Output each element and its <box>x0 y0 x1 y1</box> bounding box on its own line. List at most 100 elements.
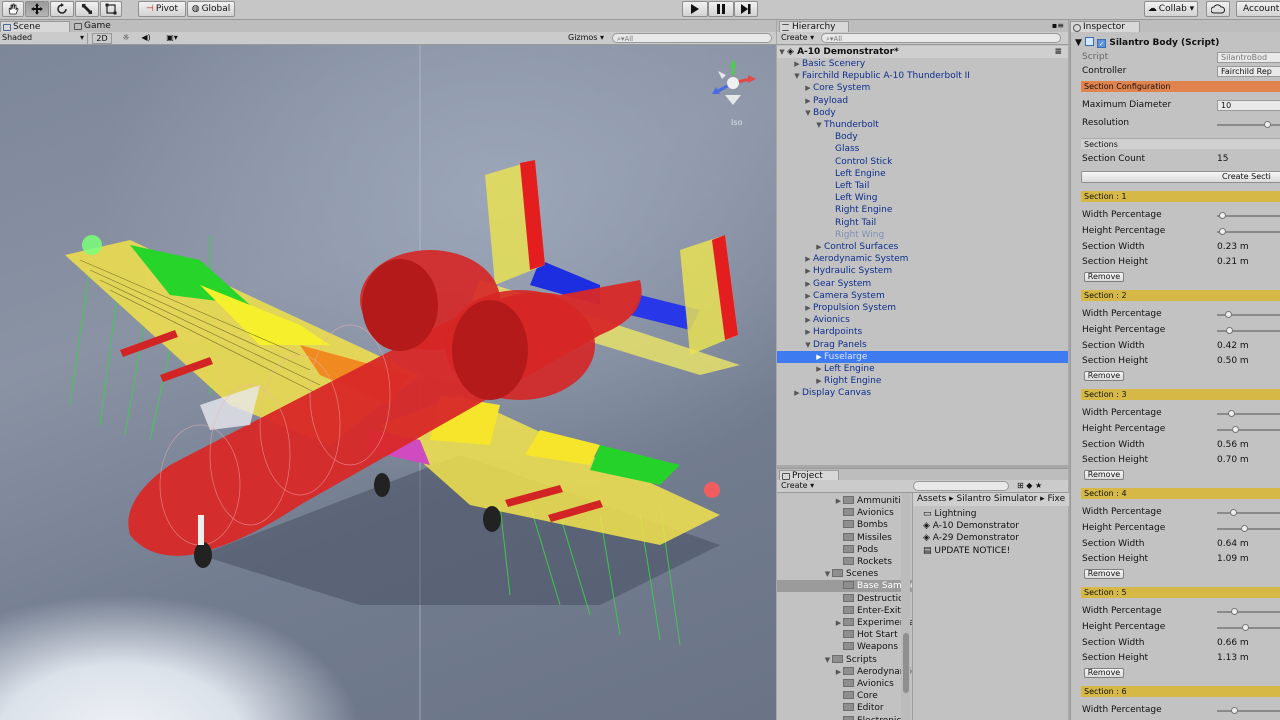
hierarchy-item[interactable]: ▶ Payload <box>777 95 1068 107</box>
expand-arrow-icon[interactable]: ▶ <box>814 375 824 387</box>
account-dropdown[interactable]: Account <box>1236 1 1280 17</box>
section-configuration-header[interactable]: Section Configuration <box>1081 81 1280 92</box>
hierarchy-item[interactable]: Left Wing <box>777 192 1068 204</box>
scene-viewport[interactable]: Iso <box>0 45 776 720</box>
expand-arrow-icon[interactable]: ▶ <box>834 495 843 507</box>
hand-tool-button[interactable] <box>2 1 24 17</box>
expand-arrow-icon[interactable]: ▶ <box>792 58 802 70</box>
collapse-arrow-icon[interactable]: ▼ <box>792 70 802 82</box>
pivot-toggle[interactable]: ⊣ Pivot <box>138 1 186 17</box>
collapse-arrow-icon[interactable]: ▼ <box>803 107 813 119</box>
hierarchy-item[interactable]: ▶ Fuselarge <box>777 350 1068 363</box>
hierarchy-item[interactable]: Glass <box>777 143 1068 155</box>
project-folder-item[interactable]: Weapons <box>777 641 912 653</box>
section-header[interactable]: Section : 3 <box>1081 388 1280 400</box>
component-enabled-checkbox[interactable]: ✓ <box>1097 39 1107 48</box>
hierarchy-item[interactable]: ▶ Hydraulic System <box>777 265 1068 277</box>
collapse-arrow-icon[interactable]: ▼ <box>814 119 824 131</box>
expand-arrow-icon[interactable]: ▶ <box>803 290 813 302</box>
component-header[interactable]: ▼ ✓ Silantro Body (Script) <box>1075 37 1219 49</box>
project-folder-item[interactable]: Enter-Exit <box>777 605 912 617</box>
hierarchy-item[interactable]: Control Stick <box>777 156 1068 168</box>
mode-2d-toggle[interactable]: 2D <box>92 33 112 44</box>
expand-arrow-icon[interactable]: ▶ <box>814 363 824 375</box>
collapse-arrow-icon[interactable]: ▼ <box>803 339 813 351</box>
project-folder-item[interactable]: Destruction <box>777 593 912 605</box>
height-percentage-slider-knob[interactable] <box>1231 425 1239 433</box>
height-percentage-slider-track[interactable] <box>1217 527 1280 530</box>
width-percentage-slider-track[interactable] <box>1217 412 1280 415</box>
move-tool-button[interactable] <box>25 1 49 17</box>
width-percentage-slider-track[interactable] <box>1217 610 1280 613</box>
section-header[interactable]: Section : 6 <box>1081 685 1280 697</box>
hierarchy-search-input[interactable]: ⌕▾All <box>821 33 1061 43</box>
project-folder-item[interactable]: Base Sample <box>777 580 912 593</box>
hierarchy-item[interactable]: ▶ Gear System <box>777 278 1068 290</box>
project-folder-item[interactable]: Core <box>777 690 912 702</box>
hierarchy-create-dropdown[interactable]: Create ▾ <box>781 33 817 44</box>
project-folder-item[interactable]: Editor <box>777 702 912 714</box>
hierarchy-item[interactable]: ▶ Right Engine <box>777 375 1068 387</box>
panel-menu-icon[interactable]: ▪≡ <box>1052 21 1064 30</box>
scene-search-input[interactable]: ⌕▾All <box>612 33 772 43</box>
remove-section-button[interactable]: Remove <box>1084 370 1124 381</box>
remove-section-button[interactable]: Remove <box>1084 667 1124 678</box>
collapse-arrow-icon[interactable]: ▼ <box>777 46 787 58</box>
expand-arrow-icon[interactable]: ▶ <box>814 351 824 363</box>
cloud-services-button[interactable] <box>1206 1 1230 17</box>
hierarchy-item[interactable]: ▼ Drag Panels <box>777 339 1068 351</box>
expand-arrow-icon[interactable]: ▶ <box>803 265 813 277</box>
expand-arrow-icon[interactable]: ▶ <box>803 82 813 94</box>
section-header[interactable]: Section : 1 <box>1081 191 1280 202</box>
expand-arrow-icon[interactable]: ▶ <box>834 617 843 629</box>
project-folder-item[interactable]: ▶ Aerodynamic <box>777 666 912 678</box>
breadcrumb[interactable]: Assets ▸ Silantro Simulator ▸ Fixe <box>913 493 1069 506</box>
project-folder-item[interactable]: ▼ Scenes <box>777 568 912 580</box>
hierarchy-item[interactable]: ▼ Thunderbolt <box>777 119 1068 131</box>
section-header[interactable]: Section : 5 <box>1081 586 1280 598</box>
orientation-gizmo[interactable] <box>712 59 756 105</box>
collapse-arrow-icon[interactable]: ▼ <box>823 654 832 666</box>
hierarchy-item[interactable]: ▼ Fairchild Republic A-10 Thunderbolt II <box>777 70 1068 82</box>
height-percentage-slider-knob[interactable] <box>1219 228 1227 235</box>
project-folder-item[interactable]: Rockets <box>777 556 912 568</box>
project-folder-item[interactable]: Hot Start <box>777 629 912 641</box>
width-percentage-slider-knob[interactable] <box>1230 508 1238 516</box>
rect-tool-button[interactable] <box>100 1 122 17</box>
project-folder-item[interactable]: ▶ Ammunitio <box>777 495 912 507</box>
controller-field[interactable]: Fairchild Rep <box>1217 66 1280 77</box>
pause-button[interactable] <box>708 1 734 17</box>
hierarchy-item[interactable]: ▶ Camera System <box>777 290 1068 302</box>
width-percentage-slider-knob[interactable] <box>1224 310 1232 318</box>
project-folder-item[interactable]: Bombs <box>777 519 912 531</box>
project-folder-item[interactable]: ▼ Scripts <box>777 654 912 666</box>
expand-arrow-icon[interactable]: ▶ <box>803 95 813 107</box>
expand-arrow-icon[interactable]: ▶ <box>803 278 813 290</box>
play-button[interactable] <box>682 1 708 17</box>
width-percentage-slider-knob[interactable] <box>1230 706 1238 714</box>
project-folder-item[interactable]: Pods <box>777 544 912 556</box>
hierarchy-item[interactable]: ▶ Propulsion System <box>777 302 1068 314</box>
width-percentage-slider-knob[interactable] <box>1230 607 1238 615</box>
max-diameter-input[interactable]: 10 <box>1217 100 1280 111</box>
asset-item[interactable]: ▤ UPDATE NOTICE! <box>923 545 1010 557</box>
expand-arrow-icon[interactable]: ▶ <box>803 302 813 314</box>
height-percentage-slider-knob[interactable] <box>1242 623 1250 631</box>
hierarchy-item[interactable]: ▶ Avionics <box>777 314 1068 326</box>
create-sections-button[interactable]: Create Secti <box>1081 171 1280 183</box>
width-percentage-slider-knob[interactable] <box>1219 212 1227 219</box>
height-percentage-slider-knob[interactable] <box>1241 524 1249 532</box>
project-create-dropdown[interactable]: Create ▾ <box>781 481 817 492</box>
width-percentage-slider-track[interactable] <box>1217 511 1280 514</box>
hierarchy-item[interactable]: Right Engine <box>777 204 1068 216</box>
project-folder-item[interactable]: Avionics <box>777 678 912 690</box>
collab-dropdown[interactable]: ☁ Collab ▾ <box>1144 1 1198 17</box>
step-button[interactable] <box>734 1 758 17</box>
section-header[interactable]: Section : 4 <box>1081 487 1280 499</box>
project-folder-item[interactable]: ▶ Experimenta <box>777 617 912 629</box>
global-toggle[interactable]: ◍ Global <box>187 1 235 17</box>
collapse-arrow-icon[interactable]: ▼ <box>823 568 832 580</box>
rotate-tool-button[interactable] <box>50 1 74 17</box>
section-header[interactable]: Section : 2 <box>1081 289 1280 301</box>
asset-item[interactable]: ◈ A-10 Demonstrator <box>923 520 1019 532</box>
